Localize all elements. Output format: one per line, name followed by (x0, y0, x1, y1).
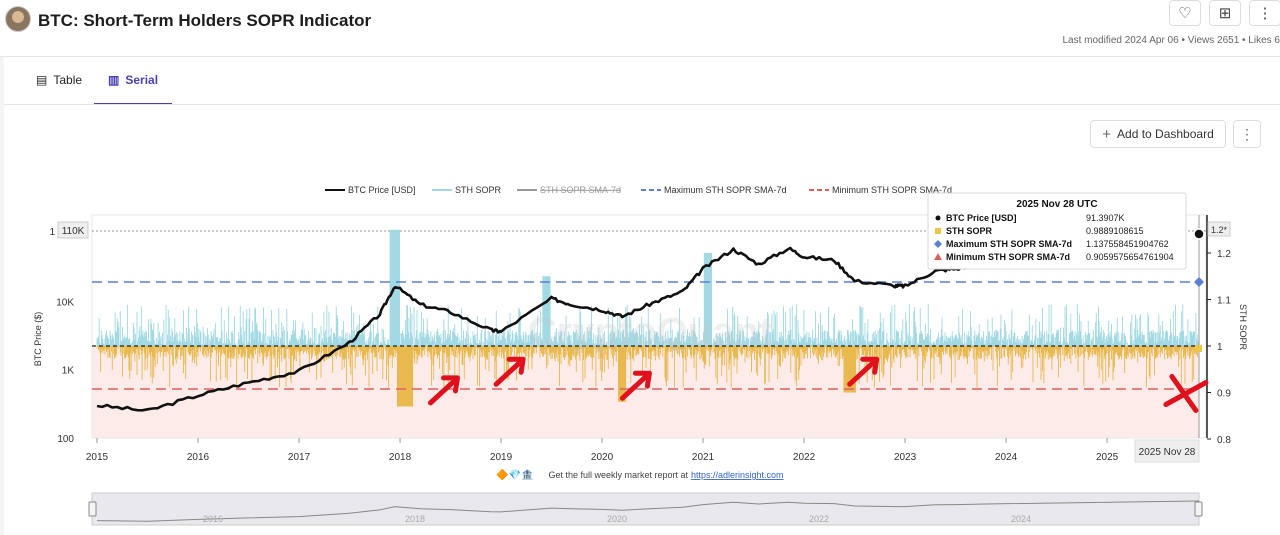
kebab-menu-icon: ⋮ (1240, 125, 1254, 142)
plus-icon: + (1102, 125, 1112, 143)
tab-serial-label: Serial (125, 73, 159, 87)
bookmark-button[interactable]: ⊞ (1209, 0, 1241, 26)
view-tabs: ▤ Table ▥ Serial (4, 57, 1280, 105)
table-icon: ▤ (36, 73, 48, 87)
tab-table[interactable]: ▤ Table (22, 57, 96, 103)
chart-panel (4, 104, 1280, 535)
heart-icon: ♡ (1178, 5, 1192, 22)
bar-chart-icon: ▥ (108, 73, 120, 87)
chart-more-button[interactable]: ⋮ (1233, 120, 1261, 148)
tab-table-label: Table (53, 73, 83, 87)
page-meta: Last modified 2024 Apr 06 • Views 2651 •… (1062, 35, 1280, 46)
kebab-menu-icon: ⋮ (1257, 5, 1273, 22)
add-to-dashboard-label: Add to Dashboard (1117, 127, 1214, 141)
like-button[interactable]: ♡ (1169, 0, 1201, 26)
more-options-button[interactable]: ⋮ (1249, 0, 1280, 26)
bookmark-plus-icon: ⊞ (1218, 5, 1232, 22)
page-title: BTC: Short-Term Holders SOPR Indicator (38, 11, 372, 30)
add-to-dashboard-button[interactable]: + Add to Dashboard (1090, 120, 1226, 148)
tab-serial[interactable]: ▥ Serial (94, 57, 173, 105)
top-header: BTC: Short-Term Holders SOPR Indicator ♡… (0, 0, 1280, 57)
avatar[interactable] (5, 6, 31, 32)
